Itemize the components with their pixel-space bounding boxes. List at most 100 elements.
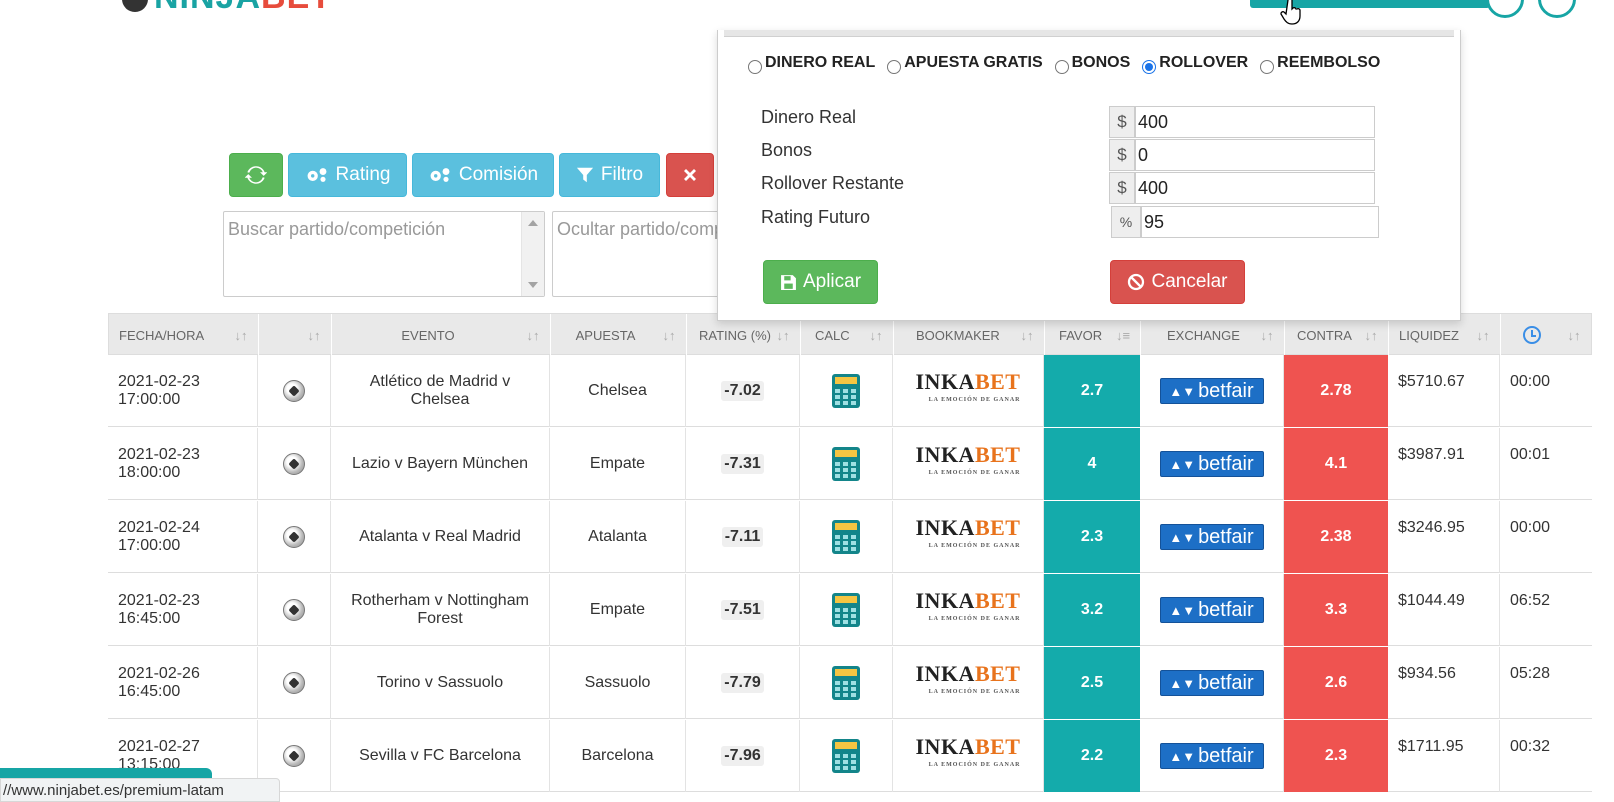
betfair-logo[interactable]: ▲▼ betfair bbox=[1159, 743, 1264, 769]
sort-icon[interactable]: ↓↑ bbox=[1018, 328, 1036, 343]
sort-icon[interactable]: ↓↑ bbox=[774, 328, 792, 343]
radio-rollover[interactable]: ROLLOVER bbox=[1142, 54, 1248, 74]
cell-contra[interactable]: 2.3 bbox=[1284, 720, 1388, 792]
rating-button[interactable]: Rating bbox=[288, 153, 407, 197]
cell-calc bbox=[800, 355, 893, 427]
refresh-button[interactable] bbox=[229, 153, 283, 197]
sort-icon[interactable]: ↓↑ bbox=[232, 328, 250, 343]
radio-button[interactable] bbox=[1054, 60, 1069, 74]
cell-contra[interactable]: 2.38 bbox=[1284, 501, 1388, 573]
modal-top-scrollbar[interactable] bbox=[724, 30, 1454, 37]
radio-dinero-real[interactable]: DINERO REAL bbox=[748, 54, 875, 74]
scroll-down-icon[interactable] bbox=[528, 282, 538, 288]
sort-icon[interactable]: ↓↑ bbox=[305, 328, 323, 343]
sort-icon[interactable]: ↓↑ bbox=[1362, 328, 1380, 343]
row-time: 18:00:00 bbox=[118, 464, 181, 481]
radio-button[interactable] bbox=[887, 60, 902, 74]
cell-evento: Torino v Sassuolo bbox=[331, 647, 550, 719]
cell-favor[interactable]: 3.2 bbox=[1044, 574, 1140, 646]
cancelar-button[interactable]: Cancelar bbox=[1110, 260, 1245, 304]
rating-futuro-input[interactable]: 95 bbox=[1141, 206, 1379, 238]
inkabet-tagline: LA EMOCIÓN DE GANAR bbox=[928, 762, 1021, 768]
inkabet-logo[interactable]: INKABET LA EMOCIÓN DE GANAR bbox=[916, 444, 1021, 483]
dinero-real-input[interactable]: 400 bbox=[1135, 106, 1375, 138]
row-rating: -7.51 bbox=[721, 600, 764, 620]
row-date: 2021-02-26 bbox=[118, 665, 200, 682]
calculator-icon[interactable] bbox=[832, 739, 860, 773]
comision-button[interactable]: Comisión bbox=[412, 153, 554, 197]
row-favor-odds: 3.2 bbox=[1080, 601, 1104, 618]
col-sport[interactable]: ↓↑ bbox=[259, 314, 332, 356]
inkabet-logo[interactable]: INKABET LA EMOCIÓN DE GANAR bbox=[916, 371, 1021, 410]
betfair-logo[interactable]: ▲▼ betfair bbox=[1159, 670, 1264, 696]
sort-icon[interactable]: ↓↑ bbox=[660, 328, 678, 343]
col-fecha[interactable]: FECHA/HORA ↓↑ bbox=[109, 314, 259, 356]
table-row[interactable]: 2021-02-26 16:45:00 Torino v Sassuolo Sa… bbox=[108, 647, 1592, 719]
col-evento[interactable]: EVENTO ↓↑ bbox=[332, 314, 551, 356]
clear-filters-button[interactable] bbox=[666, 153, 714, 197]
table-row[interactable]: 2021-02-23 17:00:00 Atlético de Madrid v… bbox=[108, 355, 1592, 427]
cell-favor[interactable]: 2.3 bbox=[1044, 501, 1140, 573]
calculator-icon[interactable] bbox=[832, 666, 860, 700]
radio-bonos[interactable]: BONOS bbox=[1054, 54, 1130, 74]
scroll-up-icon[interactable] bbox=[528, 220, 538, 226]
inkabet-logo[interactable]: INKABET LA EMOCIÓN DE GANAR bbox=[916, 517, 1021, 556]
inkabet-logo[interactable]: INKABET LA EMOCIÓN DE GANAR bbox=[916, 590, 1021, 629]
table-row[interactable]: 2021-02-23 16:45:00 Rotherham v Nottingh… bbox=[108, 574, 1592, 646]
betfair-logo[interactable]: ▲▼ betfair bbox=[1159, 378, 1264, 404]
col-apuesta[interactable]: APUESTA ↓↑ bbox=[551, 314, 687, 356]
inkabet-logo[interactable]: INKABET LA EMOCIÓN DE GANAR bbox=[916, 663, 1021, 702]
radio-button-selected[interactable] bbox=[1142, 60, 1157, 74]
row-timer: 00:01 bbox=[1510, 446, 1551, 463]
header-menu-icon[interactable] bbox=[1538, 0, 1576, 18]
calculator-icon[interactable] bbox=[832, 447, 860, 481]
table-row[interactable]: 2021-02-24 17:00:00 Atalanta v Real Madr… bbox=[108, 501, 1592, 573]
sort-icon[interactable]: ↓↑ bbox=[1565, 328, 1583, 343]
sort-desc-icon[interactable]: ↓≡ bbox=[1114, 328, 1132, 343]
col-calc-label: CALC bbox=[815, 327, 850, 343]
cell-favor[interactable]: 4 bbox=[1044, 428, 1140, 500]
filtro-button[interactable]: Filtro bbox=[559, 153, 660, 197]
col-rating-label: RATING (%) bbox=[699, 327, 771, 343]
radio-button[interactable] bbox=[748, 60, 762, 74]
buscar-scrollbar[interactable] bbox=[521, 212, 544, 296]
cell-apuesta: Empate bbox=[550, 428, 686, 500]
dinero-real-label: Dinero Real bbox=[761, 107, 857, 127]
cell-contra[interactable]: 2.78 bbox=[1284, 355, 1388, 427]
aplicar-label: Aplicar bbox=[802, 271, 862, 292]
betfair-logo[interactable]: ▲▼ betfair bbox=[1159, 451, 1264, 477]
sort-icon[interactable]: ↓↑ bbox=[1474, 328, 1492, 343]
aplicar-button[interactable]: Aplicar bbox=[763, 260, 878, 304]
betfair-logo[interactable]: ▲▼ betfair bbox=[1159, 524, 1264, 550]
sort-icon[interactable]: ↓↑ bbox=[524, 328, 542, 343]
buscar-input[interactable]: Buscar partido/competición bbox=[223, 211, 545, 297]
betfair-logo[interactable]: ▲▼ betfair bbox=[1159, 597, 1264, 623]
cell-favor[interactable]: 2.7 bbox=[1044, 355, 1140, 427]
sort-icon[interactable]: ↓↑ bbox=[1258, 328, 1276, 343]
calculator-icon[interactable] bbox=[832, 374, 860, 408]
radio-reembolso[interactable]: REEMBOLSO bbox=[1260, 54, 1380, 74]
row-favor-odds: 2.5 bbox=[1080, 674, 1104, 691]
sort-icon[interactable]: ↓↑ bbox=[867, 328, 885, 343]
row-timer: 00:32 bbox=[1510, 738, 1551, 755]
inkabet-logo[interactable]: INKABET LA EMOCIÓN DE GANAR bbox=[916, 736, 1021, 775]
header-user-icon[interactable] bbox=[1486, 0, 1524, 18]
table-row[interactable]: 2021-02-27 13:15:00 Sevilla v FC Barcelo… bbox=[108, 720, 1592, 792]
bonos-input[interactable]: 0 bbox=[1135, 139, 1375, 171]
radio-button[interactable] bbox=[1260, 60, 1275, 74]
ninjabet-logo[interactable]: NINJABET bbox=[122, 0, 332, 16]
cell-contra[interactable]: 2.6 bbox=[1284, 647, 1388, 719]
table-row[interactable]: 2021-02-23 18:00:00 Lazio v Bayern Münch… bbox=[108, 428, 1592, 500]
cell-contra[interactable]: 4.1 bbox=[1284, 428, 1388, 500]
radio-apuesta-gratis[interactable]: APUESTA GRATIS bbox=[887, 54, 1043, 74]
ocultar-input[interactable]: Ocultar partido/competición bbox=[552, 211, 722, 297]
calculator-icon[interactable] bbox=[832, 593, 860, 627]
cell-favor[interactable]: 2.2 bbox=[1044, 720, 1140, 792]
calculator-icon[interactable] bbox=[832, 520, 860, 554]
cell-favor[interactable]: 2.5 bbox=[1044, 647, 1140, 719]
rollover-restante-input[interactable]: 400 bbox=[1135, 172, 1375, 204]
cell-contra[interactable]: 3.3 bbox=[1284, 574, 1388, 646]
rating-futuro-label: Rating Futuro bbox=[761, 207, 871, 227]
row-date: 2021-02-23 bbox=[118, 373, 200, 390]
col-timer[interactable]: ↓↑ bbox=[1501, 314, 1591, 356]
